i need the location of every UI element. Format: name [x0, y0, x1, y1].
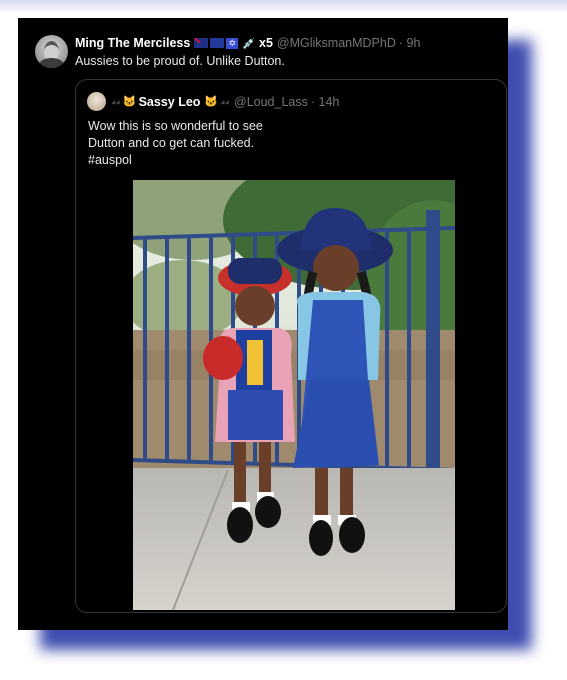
attached-photo[interactable]: [133, 180, 455, 610]
quoted-tweet[interactable]: ◕◕ 🐱 Sassy Leo 🐱 ◕◕ @Loud_Lass · 14h Wow…: [75, 79, 507, 613]
author-avatar[interactable]: [35, 35, 68, 68]
eu-flag-icon: [210, 38, 225, 48]
australia-flag-icon: [194, 38, 209, 48]
avatar-body: [39, 58, 64, 68]
author-handle[interactable]: @MGliksmanMDPhD: [277, 36, 396, 50]
quoted-author-avatar[interactable]: [87, 92, 106, 111]
emoji-count: x5: [259, 36, 273, 50]
eyes-icon: ◕◕: [220, 96, 230, 107]
tweet-card[interactable]: Ming The Merciless ✡ 💉 x5 @MGliksmanMDPh…: [18, 18, 508, 630]
quoted-tweet-time[interactable]: · 14h: [311, 95, 340, 109]
tweet-time[interactable]: · 9h: [399, 36, 421, 50]
quoted-text-line: Wow this is so wonderful to see: [88, 119, 263, 133]
tweet-text: Aussies to be proud of. Unlike Dutton.: [75, 54, 285, 68]
quoted-tweet-header: ◕◕ 🐱 Sassy Leo 🐱 ◕◕ @Loud_Lass · 14h: [111, 93, 339, 110]
top-strip: [0, 0, 567, 14]
quoted-tweet-text: Wow this is so wonderful to see Dutton a…: [88, 118, 263, 169]
quoted-text-line: Dutton and co get can fucked.: [88, 136, 255, 150]
star-of-david-icon: ✡: [226, 37, 239, 49]
syringe-icon: 💉: [242, 37, 257, 50]
cat-icon: 🐱: [122, 96, 137, 108]
photo-illustration: [133, 180, 455, 610]
hashtag-link[interactable]: #auspol: [88, 152, 263, 169]
tweet-header: Ming The Merciless ✡ 💉 x5 @MGliksmanMDPh…: [75, 35, 420, 51]
quoted-author-handle[interactable]: @Loud_Lass: [234, 95, 308, 109]
cat-icon: 🐱: [204, 96, 219, 108]
quoted-author-name[interactable]: Sassy Leo: [139, 95, 201, 109]
author-name[interactable]: Ming The Merciless: [75, 36, 190, 50]
eyes-icon: ◕◕: [111, 96, 121, 107]
